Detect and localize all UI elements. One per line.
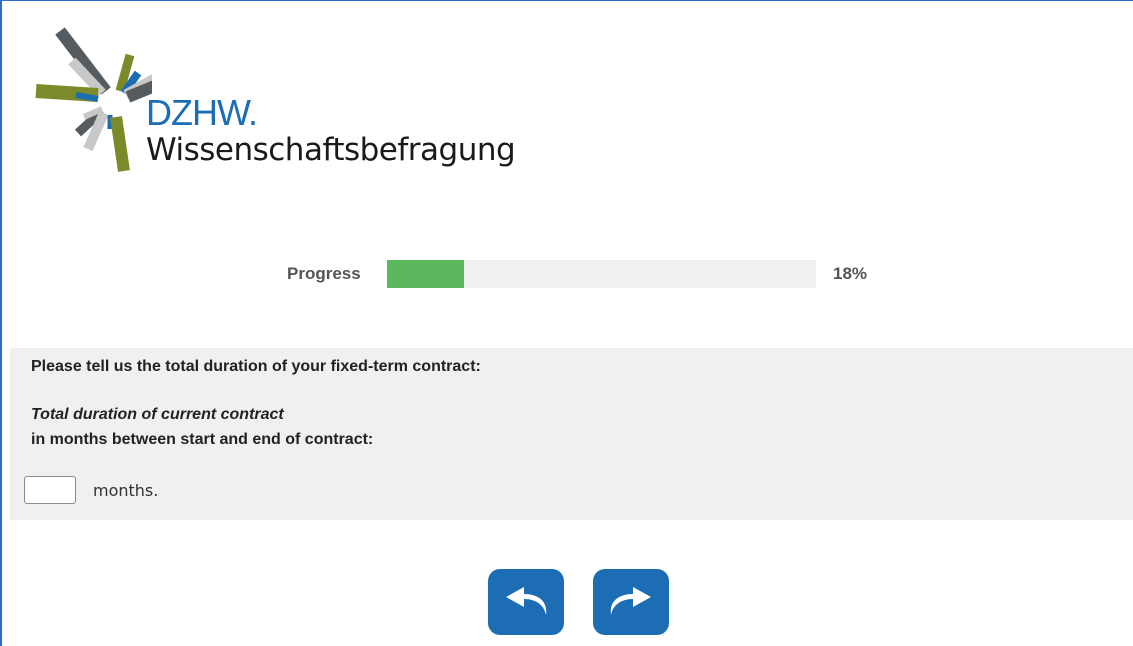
dzhw-logo: DZHW. Wissenschaftsbefragung [32, 25, 552, 175]
progress-bar [387, 260, 816, 288]
logo-burst-icon [35, 27, 152, 172]
back-button[interactable] [488, 569, 564, 635]
question-text: Please tell us the total duration of you… [31, 358, 481, 375]
logo-subtitle: Wissenschaftsbefragung [146, 132, 516, 168]
progress-value: 18% [833, 264, 868, 283]
logo-brand-text: DZHW. [146, 92, 258, 133]
item-subtitle: in months between start and end of contr… [31, 431, 374, 448]
question-panel: Please tell us the total duration of you… [10, 348, 1133, 520]
item-title: Total duration of current contract [31, 406, 284, 423]
next-button[interactable] [593, 569, 669, 635]
progress-label: Progress [287, 264, 361, 283]
forward-arrow-icon [610, 587, 651, 615]
months-input[interactable] [24, 476, 76, 504]
progress-section: Progress 18% [2, 260, 1133, 288]
back-arrow-icon [506, 587, 547, 615]
survey-page: DZHW. Wissenschaftsbefragung Progress 18… [0, 0, 1133, 646]
months-unit-label: months. [93, 481, 159, 500]
progress-bar-fill [387, 260, 465, 288]
